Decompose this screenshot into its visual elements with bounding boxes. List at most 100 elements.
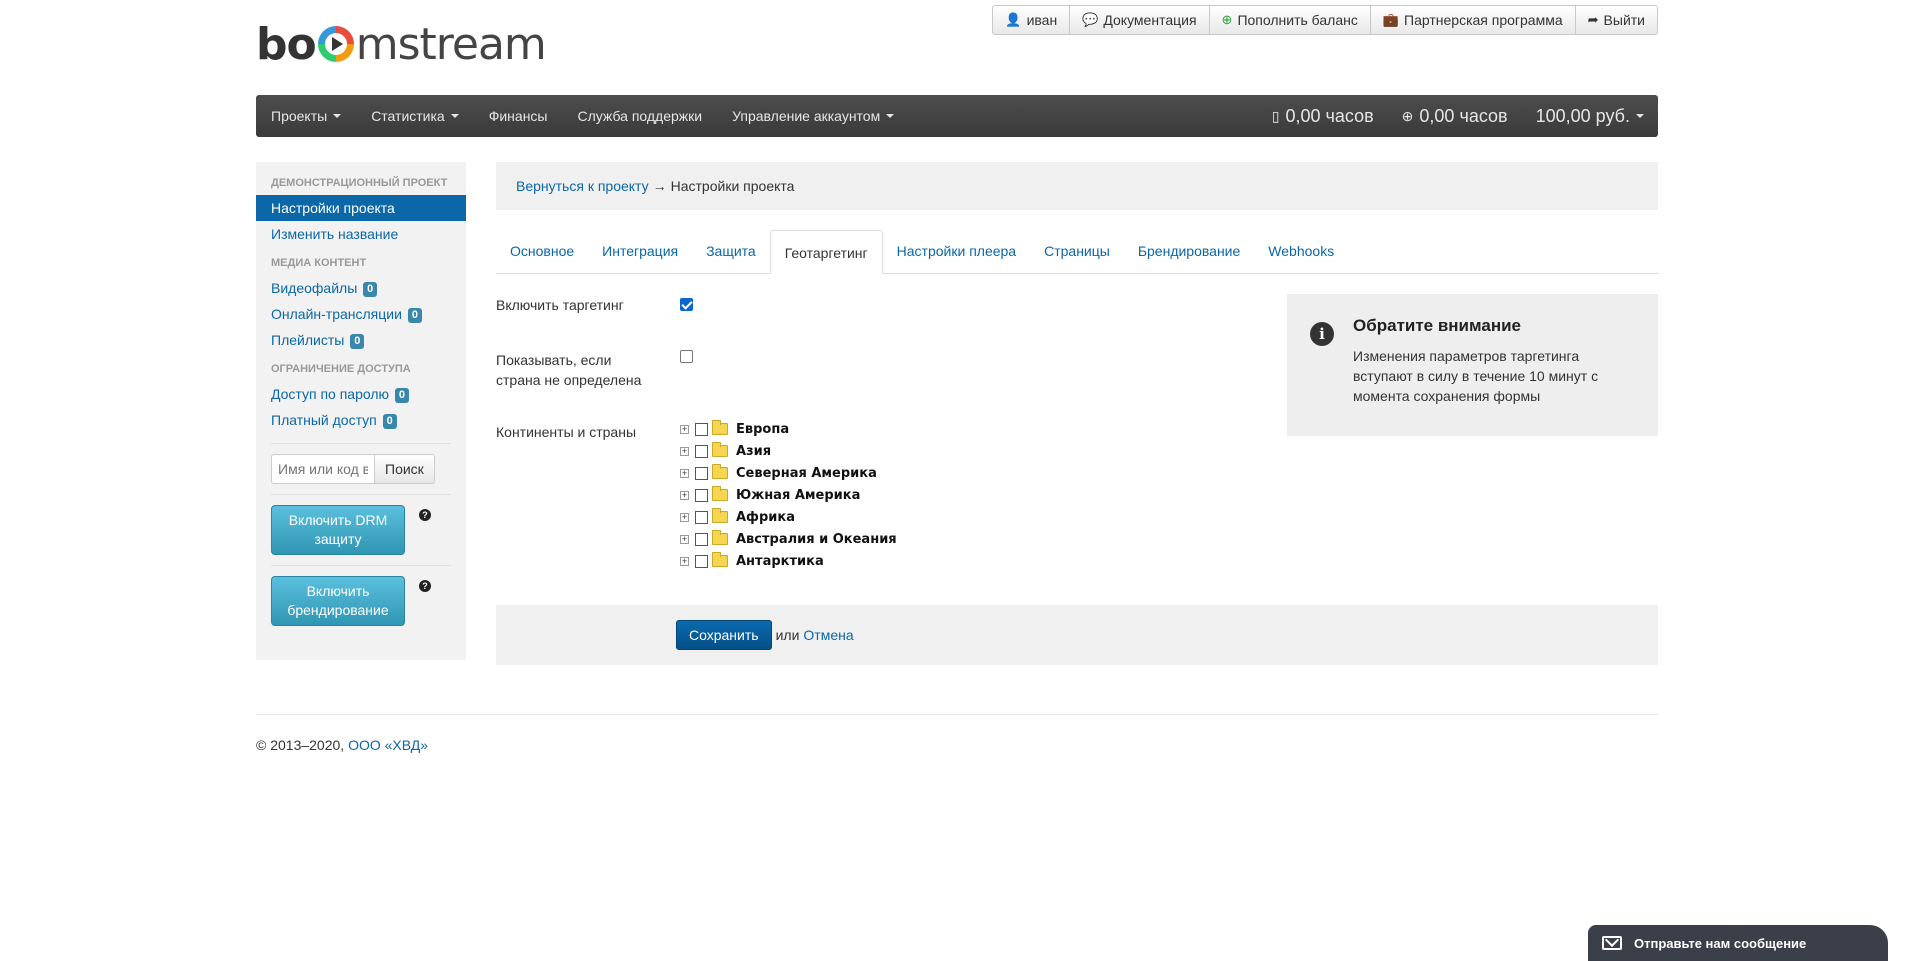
continent-label[interactable]: Австралия и Океания xyxy=(736,532,897,547)
nav-item-1[interactable]: Статистика xyxy=(356,95,474,137)
help-icon[interactable]: ? xyxy=(419,509,431,521)
continent-checkbox[interactable] xyxy=(695,488,708,502)
expand-icon[interactable]: + xyxy=(680,534,689,544)
userbar-label: иван xyxy=(1026,12,1058,28)
enable-targeting-checkbox[interactable] xyxy=(680,298,693,311)
mobile-hours: ▯ 0,00 часов xyxy=(1258,95,1388,137)
tab-6[interactable]: Брендирование xyxy=(1124,229,1254,273)
unknown-country-checkbox[interactable] xyxy=(680,350,693,363)
info-icon: i xyxy=(1310,322,1334,346)
help-icon[interactable]: ? xyxy=(419,580,431,592)
back-to-project-link[interactable]: Вернуться к проекту xyxy=(516,178,649,194)
notice-box: i Обратите внимание Изменения параметров… xyxy=(1287,294,1658,436)
continent-checkbox[interactable] xyxy=(695,444,708,458)
expand-icon[interactable]: + xyxy=(680,468,689,478)
branding-action: Включить брендирование ? xyxy=(271,576,451,626)
userbar-label: Документация xyxy=(1103,12,1197,28)
nav-item-4[interactable]: Управление аккаунтом xyxy=(717,95,909,137)
userbar-briefcase-button[interactable]: 💼 Партнерская программа xyxy=(1371,6,1576,34)
sidebar-item-playlists[interactable]: Плейлисты 0 xyxy=(256,327,466,353)
balance-dropdown[interactable]: 100,00 руб. xyxy=(1522,95,1658,137)
continent-label[interactable]: Антарктика xyxy=(736,554,824,569)
sidebar-item-videos[interactable]: Видеофайлы 0 xyxy=(256,275,466,301)
count-badge: 0 xyxy=(407,307,422,323)
logo[interactable]: bo mstream xyxy=(256,19,547,70)
expand-icon[interactable]: + xyxy=(680,446,689,456)
breadcrumb: Вернуться к проекту → Настройки проекта xyxy=(496,162,1658,210)
sidebar-header-project: ДЕМОНСТРАЦИОННЫЙ ПРОЕКТ xyxy=(271,177,448,189)
tree-item: + Антарктика xyxy=(680,550,897,572)
logo-play-icon xyxy=(317,26,354,62)
continent-checkbox[interactable] xyxy=(695,554,708,568)
folder-icon xyxy=(712,464,728,479)
userbar-plus-circle-button[interactable]: ⊕ Пополнить баланс xyxy=(1210,6,1371,34)
share-icon: ➦ xyxy=(1587,12,1599,27)
chevron-down-icon xyxy=(333,114,342,118)
expand-icon[interactable]: + xyxy=(680,556,689,566)
tree-item: + Европа xyxy=(680,418,897,440)
expand-icon[interactable]: + xyxy=(680,490,689,500)
continent-checkbox[interactable] xyxy=(695,532,708,546)
nav-item-0[interactable]: Проекты xyxy=(256,95,356,137)
count-badge: 0 xyxy=(363,281,378,297)
balance-value: 100,00 руб. xyxy=(1535,105,1630,126)
continent-label[interactable]: Азия xyxy=(736,444,771,459)
cancel-link[interactable]: Отмена xyxy=(803,627,853,643)
mobile-icon: ▯ xyxy=(1271,107,1280,124)
tab-1[interactable]: Интеграция xyxy=(588,229,692,273)
breadcrumb-separator: → xyxy=(652,178,667,194)
continent-checkbox[interactable] xyxy=(695,510,708,524)
footer-divider xyxy=(256,714,1658,715)
enable-drm-button[interactable]: Включить DRM защиту xyxy=(271,505,405,555)
continent-checkbox[interactable] xyxy=(695,422,708,436)
userbar-comment-button[interactable]: 💬 Документация xyxy=(1070,6,1210,34)
nav-item-label: Финансы xyxy=(488,108,548,124)
tab-0[interactable]: Основное xyxy=(496,229,588,273)
sidebar-header-access: ОГРАНИЧЕНИЕ ДОСТУПА xyxy=(271,363,411,375)
tab-2[interactable]: Защита xyxy=(692,229,770,273)
comment-icon: 💬 xyxy=(1082,12,1099,27)
expand-icon[interactable]: + xyxy=(680,512,689,522)
sidebar-header-media: МЕДИА КОНТЕНТ xyxy=(271,257,367,269)
sidebar-item-paid-access[interactable]: Платный доступ 0 xyxy=(256,407,466,433)
settings-tabs: Основное Интеграция Защита Геотаргетинг Наст… xyxy=(496,230,1658,274)
search-button[interactable]: Поиск xyxy=(375,454,435,484)
sidebar-item-streams[interactable]: Онлайн-трансляции 0 xyxy=(256,301,466,327)
company-link[interactable]: ООО «ХВД» xyxy=(348,737,428,753)
logo-text-left: bo xyxy=(256,18,317,70)
continent-label[interactable]: Южная Америка xyxy=(736,488,860,503)
search-input[interactable] xyxy=(271,454,375,484)
tab-4[interactable]: Настройки плеера xyxy=(883,229,1030,273)
userbar-user-button[interactable]: 👤 иван xyxy=(993,6,1071,34)
sidebar-item-password-access[interactable]: Доступ по паролю 0 xyxy=(256,381,466,407)
continents-label: Континенты и страны xyxy=(496,424,637,440)
nav-item-2[interactable]: Финансы xyxy=(474,95,563,137)
continents-tree: + Европа + Азия + Северная Америка + Южная Амер… xyxy=(680,418,897,572)
count-badge: 0 xyxy=(382,413,397,429)
count-badge: 0 xyxy=(394,387,410,403)
sidebar-item-rename[interactable]: Изменить название xyxy=(256,221,466,247)
nav-item-3[interactable]: Служба поддержки xyxy=(563,95,718,137)
sidebar-item-label: Плейлисты xyxy=(271,332,345,348)
unknown-country-label-line1: Показывать, если xyxy=(496,352,612,368)
sidebar-item-label: Видеофайлы xyxy=(271,280,358,296)
tab-5[interactable]: Страницы xyxy=(1030,229,1124,273)
tab-3[interactable]: Геотаргетинг xyxy=(769,230,883,274)
userbar-share-button[interactable]: ➦ Выйти xyxy=(1576,6,1657,34)
continent-checkbox[interactable] xyxy=(695,466,708,480)
continent-label[interactable]: Северная Америка xyxy=(736,466,877,481)
enable-branding-button[interactable]: Включить брендирование xyxy=(271,576,405,626)
sidebar-divider xyxy=(271,443,451,444)
continent-label[interactable]: Африка xyxy=(736,510,795,525)
sidebar-item-label: Платный доступ xyxy=(271,412,377,428)
expand-icon[interactable]: + xyxy=(680,424,689,434)
tree-item: + Азия xyxy=(680,440,897,462)
continent-label[interactable]: Европа xyxy=(736,422,789,437)
navbar-stats: ▯ 0,00 часов ⊕ 0,00 часов 100,00 руб. xyxy=(1258,95,1658,137)
chat-widget[interactable]: Отправьте нам сообщение xyxy=(1588,925,1888,961)
save-button[interactable]: Сохранить xyxy=(676,620,772,650)
unknown-country-label: Показывать, если страна не определена xyxy=(496,350,641,390)
tab-7[interactable]: Webhooks xyxy=(1254,229,1348,273)
web-hours: ⊕ 0,00 часов xyxy=(1388,95,1522,137)
sidebar-item-project-settings[interactable]: Настройки проекта xyxy=(256,195,466,221)
